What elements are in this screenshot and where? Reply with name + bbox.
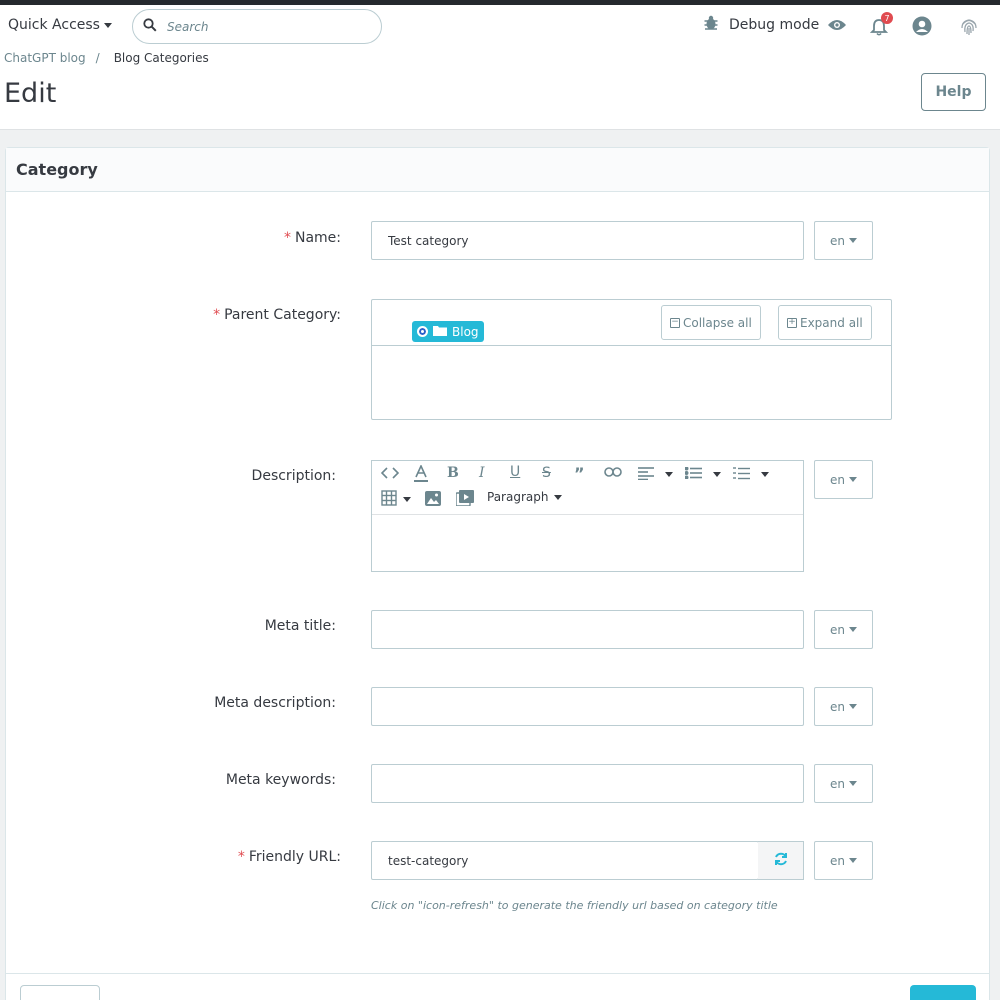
folder-icon [433, 325, 447, 339]
page-title: Edit [4, 78, 57, 109]
footer-save-button[interactable] [910, 985, 976, 1000]
numbered-list-icon[interactable] [733, 467, 750, 480]
friendly-url-label: * Friendly URL: [6, 849, 341, 865]
image-icon[interactable] [425, 491, 441, 506]
tree-item-label: Blog [452, 324, 479, 339]
bold-icon[interactable]: B [447, 465, 459, 481]
chevron-down-icon [849, 477, 857, 482]
chevron-down-icon [849, 627, 857, 632]
quick-access-menu[interactable]: Quick Access [8, 17, 112, 33]
meta-description-language-select[interactable]: en [814, 687, 873, 726]
chevron-down-icon [103, 22, 112, 28]
name-input[interactable] [371, 221, 804, 260]
search-input[interactable] [167, 19, 367, 34]
plus-square-icon: + [787, 317, 797, 328]
meta-keywords-language-select[interactable]: en [814, 764, 873, 803]
refresh-icon [774, 851, 788, 870]
required-marker: * [213, 307, 221, 323]
chevron-down-icon [849, 704, 857, 709]
tree-item-radio[interactable] [417, 326, 428, 337]
meta-keywords-label: Meta keywords: [225, 772, 336, 788]
description-language-select[interactable]: en [814, 460, 873, 499]
align-dropdown-caret[interactable] [665, 472, 673, 477]
paragraph-format-label: Paragraph [487, 490, 549, 504]
text-color-icon[interactable] [413, 465, 429, 483]
chevron-down-icon [849, 238, 857, 243]
page-header: Quick Access Debug mode 7 ChatGPT blog /… [0, 5, 1000, 130]
meta-title-language-label: en [830, 622, 845, 637]
breadcrumb-current: Blog Categories [113, 51, 209, 65]
card-footer [6, 973, 989, 1000]
bullet-list-icon[interactable] [685, 467, 702, 479]
search-icon[interactable] [143, 17, 157, 36]
eye-icon[interactable] [826, 14, 848, 36]
name-language-select[interactable]: en [814, 221, 873, 260]
friendly-url-hint: Click on "icon-refresh" to generate the … [371, 899, 778, 912]
required-marker: * [283, 230, 291, 246]
editor-toolbar: B I U S ” Paragraph [372, 461, 803, 515]
description-label: Description: [251, 468, 336, 484]
user-icon[interactable] [911, 15, 933, 37]
meta-keywords-language-label: en [830, 776, 845, 791]
search-box [132, 9, 382, 44]
description-language-label: en [830, 472, 845, 487]
refresh-url-button[interactable] [758, 841, 804, 880]
bullet-list-dropdown-caret[interactable] [713, 472, 721, 477]
breadcrumb-separator: / [95, 51, 100, 65]
collapse-all-label: Collapse all [683, 315, 752, 330]
debug-mode-label: Debug mode [729, 17, 820, 33]
underline-icon[interactable]: U [510, 464, 520, 480]
friendly-url-input[interactable] [371, 841, 759, 880]
parent-category-label-text: Parent Category: [224, 307, 341, 323]
table-dropdown-caret[interactable] [403, 497, 411, 502]
quick-access-label: Quick Access [8, 17, 100, 33]
quote-icon[interactable]: ” [574, 464, 585, 483]
minus-square-icon: − [670, 317, 680, 328]
breadcrumb: ChatGPT blog / Blog Categories [4, 51, 209, 65]
name-label: * Name: [6, 230, 341, 246]
strikethrough-icon[interactable]: S [542, 465, 551, 481]
expand-all-button[interactable]: + Expand all [778, 305, 872, 340]
meta-title-input[interactable] [371, 610, 804, 649]
parent-category-label: * Parent Category: [6, 307, 341, 323]
meta-description-language-label: en [830, 699, 845, 714]
meta-title-language-select[interactable]: en [814, 610, 873, 649]
breadcrumb-link-blog[interactable]: ChatGPT blog [4, 51, 86, 65]
chevron-down-icon [554, 494, 563, 500]
paragraph-format-select[interactable]: Paragraph [487, 490, 563, 504]
friendly-url-label-text: Friendly URL: [248, 849, 341, 865]
required-marker: * [237, 849, 245, 865]
description-editor: B I U S ” Paragraph [371, 460, 804, 572]
table-icon[interactable] [381, 490, 397, 506]
fingerprint-icon[interactable] [958, 15, 980, 37]
bell-icon[interactable]: 7 [868, 12, 893, 38]
name-label-text: Name: [294, 230, 341, 246]
help-button[interactable]: Help [921, 73, 986, 111]
friendly-url-language-label: en [830, 853, 845, 868]
media-icon[interactable] [456, 490, 474, 506]
category-card: Category *Name: en *Parent Category: − C… [5, 147, 990, 1000]
meta-keywords-input[interactable] [371, 764, 804, 803]
align-left-icon[interactable] [638, 467, 654, 480]
collapse-all-button[interactable]: − Collapse all [661, 305, 761, 340]
bug-icon [703, 15, 719, 35]
friendly-url-language-select[interactable]: en [814, 841, 873, 880]
code-icon[interactable] [381, 466, 399, 480]
link-icon[interactable] [604, 467, 622, 477]
notification-badge: 7 [881, 12, 893, 24]
meta-title-label: Meta title: [264, 618, 336, 634]
tree-item-blog[interactable]: Blog [412, 321, 484, 342]
italic-icon[interactable]: I [479, 465, 485, 481]
category-tree: − Collapse all + Expand all Blog [371, 299, 892, 420]
name-language-label: en [830, 233, 845, 248]
expand-all-label: Expand all [800, 315, 863, 330]
meta-description-input[interactable] [371, 687, 804, 726]
card-title: Category [6, 148, 989, 192]
chevron-down-icon [849, 858, 857, 863]
debug-mode-link[interactable]: Debug mode [703, 15, 819, 35]
numbered-list-dropdown-caret[interactable] [761, 472, 769, 477]
footer-cancel-button[interactable] [20, 985, 100, 1000]
meta-description-label: Meta description: [214, 695, 336, 711]
chevron-down-icon [849, 781, 857, 786]
